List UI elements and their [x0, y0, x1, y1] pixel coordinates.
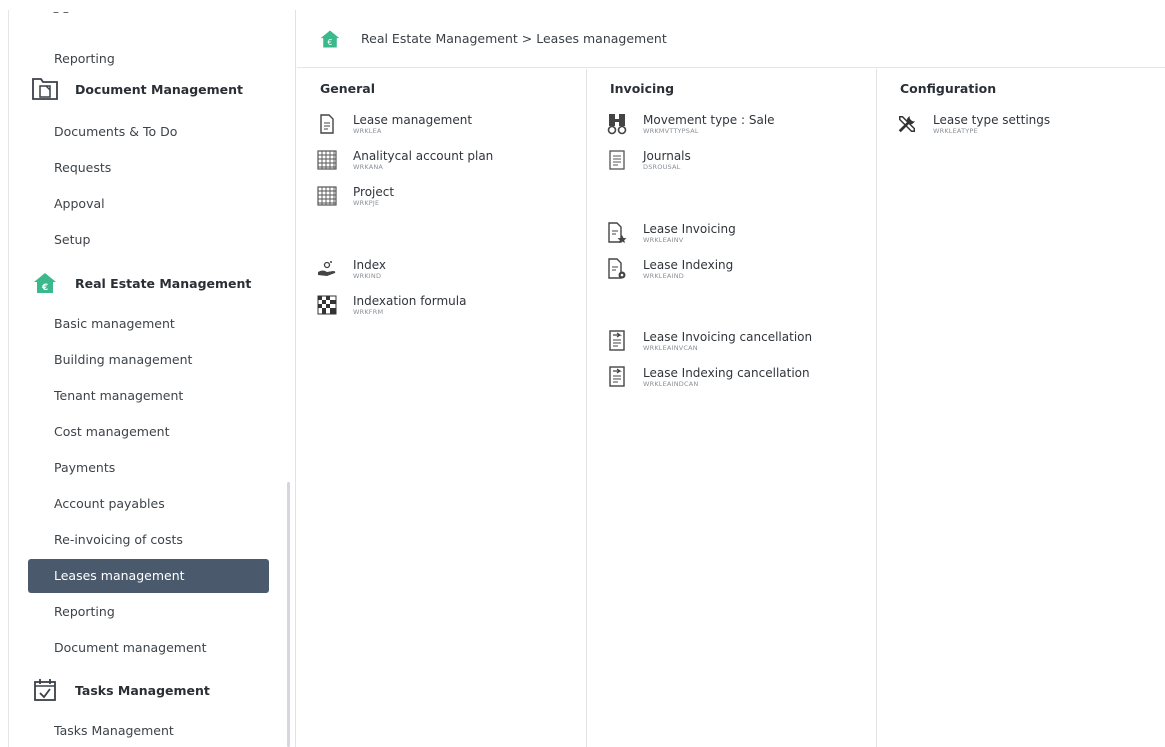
section-title: Document Management: [75, 81, 244, 97]
entry-project[interactable]: Project WRKPJE: [317, 185, 394, 207]
entry-code: DSROUSAL: [643, 163, 681, 171]
sidebar-item-leases-management[interactable]: Leases management: [28, 559, 269, 593]
sidebar-item-cost-management[interactable]: Cost management: [28, 415, 269, 449]
entry-label: Lease Indexing: [643, 258, 734, 272]
sidebar-item-document-management[interactable]: Document management: [28, 631, 269, 665]
journal-icon: [607, 149, 627, 171]
section-real-estate-management[interactable]: € Real Estate Management: [31, 268, 251, 298]
entry-label: Analitycal account plan: [353, 149, 494, 163]
entry-label: Lease type settings: [933, 113, 1051, 127]
entry-code: WRKLEATYPE: [933, 127, 978, 135]
section-tasks-management[interactable]: Tasks Management: [31, 675, 210, 705]
entry-label: Journals: [643, 149, 691, 163]
breadcrumb-text[interactable]: Real Estate Management > Leases manageme…: [361, 31, 667, 46]
binoculars-icon: [607, 113, 627, 135]
entry-code: WRKLEAIND: [643, 272, 684, 280]
sidebar: – – Reporting Document Management Docume…: [8, 10, 296, 747]
sidebar-item-payments[interactable]: Payments: [28, 451, 269, 485]
sidebar-item-tenant-management[interactable]: Tenant management: [28, 379, 269, 413]
calendar-check-icon: [31, 677, 59, 703]
sidebar-item-appoval[interactable]: Appoval: [28, 187, 269, 221]
entry-code: WRKLEAINDCAN: [643, 380, 699, 388]
invoice-star-icon: [607, 222, 627, 244]
entry-lease-indexing[interactable]: Lease Indexing WRKLEAIND: [607, 258, 733, 280]
clipped-item: – –: [53, 10, 69, 18]
sidebar-item-basic-management[interactable]: Basic management: [28, 307, 269, 341]
entry-label: Index: [353, 258, 387, 272]
breadcrumb: € Real Estate Management > Leases manage…: [297, 10, 1165, 68]
entry-label: Indexation formula: [353, 294, 467, 308]
entry-label: Movement type : Sale: [643, 113, 775, 127]
entry-code: WRKLEA: [353, 127, 382, 135]
sidebar-item-setup[interactable]: Setup: [28, 223, 269, 257]
entry-journals[interactable]: Journals DSROUSAL: [607, 149, 691, 171]
entry-lease-management[interactable]: Lease management WRKLEA: [317, 113, 472, 135]
column-title: Invoicing: [610, 81, 675, 96]
grid-icon: [317, 149, 337, 171]
tools-icon: [897, 113, 917, 135]
entry-code: WRKLEAINV: [643, 236, 684, 244]
sidebar-item-building-management[interactable]: Building management: [28, 343, 269, 377]
entry-label: Lease Invoicing cancellation: [643, 330, 813, 344]
entry-code: WRKFRM: [353, 308, 384, 316]
entry-label: Lease Indexing cancellation: [643, 366, 810, 380]
entry-code: WRKANA: [353, 163, 384, 171]
entry-code: WRKPJE: [353, 199, 380, 207]
sidebar-item-reinvoicing-costs[interactable]: Re-invoicing of costs: [28, 523, 269, 557]
entry-analitycal-account-plan[interactable]: Analitycal account plan WRKANA: [317, 149, 493, 171]
sidebar-item-account-payables[interactable]: Account payables: [28, 487, 269, 521]
svg-text:€: €: [327, 37, 332, 46]
folder-icon: [31, 76, 59, 102]
entry-code: WRKMVTTYPSAL: [643, 127, 699, 135]
checker-icon: [317, 294, 337, 316]
entry-indexation-formula[interactable]: Indexation formula WRKFRM: [317, 294, 466, 316]
entry-label: Project: [353, 185, 395, 199]
sidebar-item-reporting-top[interactable]: Reporting: [28, 42, 269, 76]
section-title: Tasks Management: [75, 682, 210, 698]
column-title: General: [320, 81, 375, 96]
entry-lease-invoicing[interactable]: Lease Invoicing WRKLEAINV: [607, 222, 736, 244]
column-configuration: Configuration Lease type settings WRKLEAT…: [877, 69, 1165, 747]
entry-lease-indexing-cancellation[interactable]: Lease Indexing cancellation WRKLEAINDCAN: [607, 366, 810, 388]
main-content: € Real Estate Management > Leases manage…: [297, 10, 1165, 747]
sidebar-item-tasks-management[interactable]: Tasks Management: [28, 714, 269, 747]
app-window: – – Reporting Document Management Docume…: [0, 0, 1165, 747]
house-euro-icon: €: [31, 270, 59, 296]
house-euro-icon: €: [319, 28, 341, 50]
cancel-doc-icon: [607, 330, 627, 352]
invoice-gear-icon: [607, 258, 627, 280]
cancel-doc-icon: [607, 366, 627, 388]
grid-icon: [317, 185, 337, 207]
column-title: Configuration: [900, 81, 997, 96]
sidebar-item-requests[interactable]: Requests: [28, 151, 269, 185]
sidebar-item-documents-todo[interactable]: Documents & To Do: [28, 115, 269, 149]
column-general: General Lease management WRKLEA Analityca…: [297, 69, 587, 747]
entry-lease-invoicing-cancellation[interactable]: Lease Invoicing cancellation WRKLEAINVCAN: [607, 330, 812, 352]
sidebar-scrollbar[interactable]: [287, 482, 290, 747]
svg-text:€: €: [41, 283, 48, 293]
entry-movement-type-sale[interactable]: Movement type : Sale WRKMVTTYPSAL: [607, 113, 775, 135]
column-invoicing: Invoicing Movement type : Sale WRKMVTTYPS…: [587, 69, 877, 747]
entry-label: Lease Invoicing: [643, 222, 736, 236]
entry-lease-type-settings[interactable]: Lease type settings WRKLEATYPE: [897, 113, 1050, 135]
entry-code: WRKLEAINVCAN: [643, 344, 698, 352]
section-document-management[interactable]: Document Management: [31, 74, 243, 104]
sidebar-item-reporting[interactable]: Reporting: [28, 595, 269, 629]
hand-coin-icon: [317, 258, 337, 280]
entry-code: WRKIND: [353, 272, 382, 280]
entry-label: Lease management: [353, 113, 473, 127]
entry-index[interactable]: Index WRKIND: [317, 258, 386, 280]
section-title: Real Estate Management: [75, 275, 252, 291]
document-icon: [317, 113, 337, 135]
